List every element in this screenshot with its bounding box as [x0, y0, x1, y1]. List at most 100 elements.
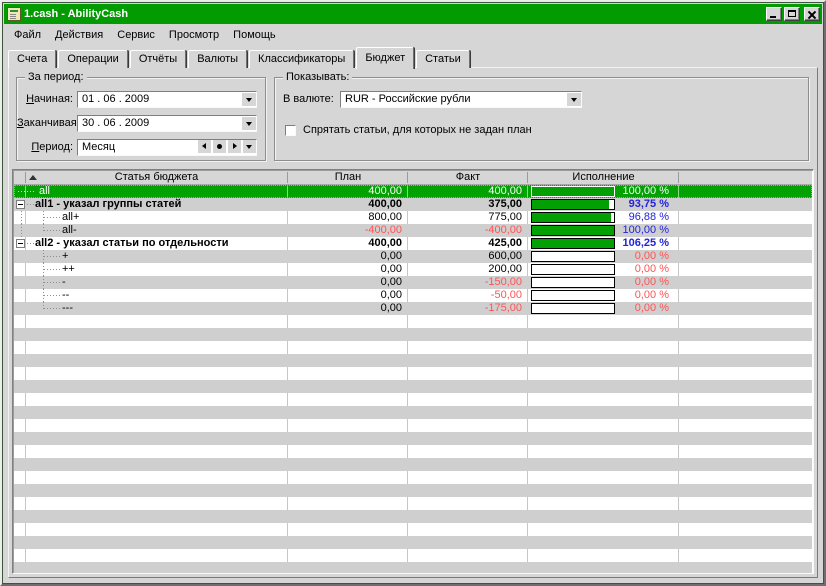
tab-5[interactable]: Бюджет [356, 47, 414, 69]
show-groupbox: Показывать: В валюте: RUR - Российские р… [274, 77, 809, 161]
execution-bar [531, 225, 615, 236]
tab-4[interactable]: Классификаторы [249, 50, 354, 68]
column-separator [678, 211, 679, 224]
table-row[interactable]: all1 - указал группы статей400,00375,009… [14, 198, 812, 211]
start-date-field[interactable]: 01 . 06 . 2009 [77, 91, 257, 108]
tree-line [27, 243, 35, 244]
end-date-field[interactable]: 30 . 06 . 2009 [77, 115, 257, 132]
close-button[interactable] [804, 7, 820, 21]
table-row[interactable]: all--400,00-400,00100,00 % [14, 224, 812, 237]
article-name: - [62, 276, 66, 289]
hide-no-plan-label: Спрятать статьи, для которых не задан пл… [303, 124, 532, 137]
empty-row [14, 445, 812, 458]
titlebar[interactable]: 1.cash - AbilityCash [4, 4, 822, 24]
table-row[interactable]: +0,00600,000,00 % [14, 250, 812, 263]
table-row[interactable]: ++0,00200,000,00 % [14, 263, 812, 276]
period-prev-button[interactable] [198, 140, 211, 153]
menu-item-0[interactable]: Файл [7, 27, 48, 43]
column-separator [25, 315, 26, 328]
plan-value: 0,00 [288, 250, 402, 263]
menu-item-3[interactable]: Просмотр [162, 27, 226, 43]
header-plan[interactable]: План [288, 171, 408, 184]
tab-0[interactable]: Счета [8, 50, 56, 68]
menu-item-4[interactable]: Помощь [226, 27, 283, 43]
chevron-down-icon [246, 145, 252, 149]
execution-bar [531, 264, 615, 275]
table-rows: all400,00400,00100,00 %all1 - указал гру… [14, 185, 812, 573]
tree-line [44, 256, 60, 257]
execution-percent: 93,75 % [613, 198, 669, 211]
tree-line [44, 230, 60, 231]
period-group-title: За период: [25, 71, 87, 83]
column-separator [287, 549, 288, 562]
period-current-button[interactable] [213, 140, 226, 153]
chevron-down-icon [246, 122, 252, 126]
empty-row [14, 393, 812, 406]
tab-2[interactable]: Отчёты [130, 50, 186, 68]
menu-item-2[interactable]: Сервис [110, 27, 162, 43]
empty-row [14, 471, 812, 484]
period-next-button[interactable] [228, 140, 241, 153]
tree-line [44, 308, 60, 309]
period-dropdown-button[interactable] [243, 140, 256, 153]
currency-dropdown-button[interactable] [567, 93, 581, 106]
table-row[interactable]: -0,00-150,000,00 % [14, 276, 812, 289]
header-article[interactable]: Статья бюджета [25, 171, 288, 184]
collapse-icon[interactable] [16, 200, 25, 209]
tab-3[interactable]: Валюты [188, 50, 247, 68]
minimize-button[interactable] [766, 7, 782, 21]
table-row[interactable]: all+800,00775,0096,88 % [14, 211, 812, 224]
currency-label: В валюте: [283, 91, 335, 108]
table-row[interactable]: ---0,00-175,000,00 % [14, 302, 812, 315]
column-separator [287, 393, 288, 406]
tree-line [21, 211, 22, 224]
empty-row [14, 562, 812, 573]
tab-6[interactable]: Статьи [416, 50, 470, 68]
fact-value: 775,00 [408, 211, 522, 224]
tree-line [44, 269, 60, 270]
app-window: 1.cash - AbilityCash ФайлДействияСервисП… [0, 0, 826, 586]
header-separator [407, 172, 408, 183]
fact-value: 375,00 [408, 198, 522, 211]
column-separator [527, 367, 528, 380]
execution-bar [531, 251, 615, 262]
column-separator [678, 393, 679, 406]
end-date-dropdown-button[interactable] [242, 117, 256, 130]
column-separator [527, 263, 528, 276]
table-row[interactable]: all400,00400,00100,00 % [14, 185, 812, 198]
hide-no-plan-checkbox[interactable] [285, 125, 296, 136]
column-separator [527, 497, 528, 510]
execution-bar-fill [532, 213, 611, 222]
table-row[interactable]: all2 - указал статьи по отдельности400,0… [14, 237, 812, 250]
header-execution[interactable]: Исполнение [528, 171, 679, 184]
empty-row [14, 406, 812, 419]
plan-value: 400,00 [288, 237, 402, 250]
article-name: all [39, 185, 50, 198]
column-separator [407, 497, 408, 510]
start-date-dropdown-button[interactable] [242, 93, 256, 106]
table-header: Статья бюджета План Факт Исполнение [14, 171, 812, 185]
app-icon [7, 7, 21, 21]
empty-row [14, 354, 812, 367]
execution-bar [531, 212, 615, 223]
collapse-icon[interactable] [16, 239, 25, 248]
table-row[interactable]: --0,00-50,000,00 % [14, 289, 812, 302]
currency-combobox[interactable]: RUR - Российские рубли [340, 91, 582, 108]
menu-item-1[interactable]: Действия [48, 27, 110, 43]
chevron-down-icon [571, 98, 577, 102]
plan-value: 400,00 [288, 185, 402, 198]
maximize-button[interactable] [784, 7, 800, 21]
execution-percent: 96,88 % [613, 211, 669, 224]
plan-value: 800,00 [288, 211, 402, 224]
plan-value: 0,00 [288, 302, 402, 315]
column-separator [527, 419, 528, 432]
tab-1[interactable]: Операции [58, 50, 127, 68]
execution-percent: 0,00 % [613, 276, 669, 289]
empty-row [14, 419, 812, 432]
header-separator [527, 172, 528, 183]
plan-value: 0,00 [288, 289, 402, 302]
execution-bar [531, 290, 615, 301]
article-name: all1 - указал группы статей [35, 198, 181, 211]
header-fact[interactable]: Факт [408, 171, 528, 184]
execution-bar [531, 238, 615, 249]
